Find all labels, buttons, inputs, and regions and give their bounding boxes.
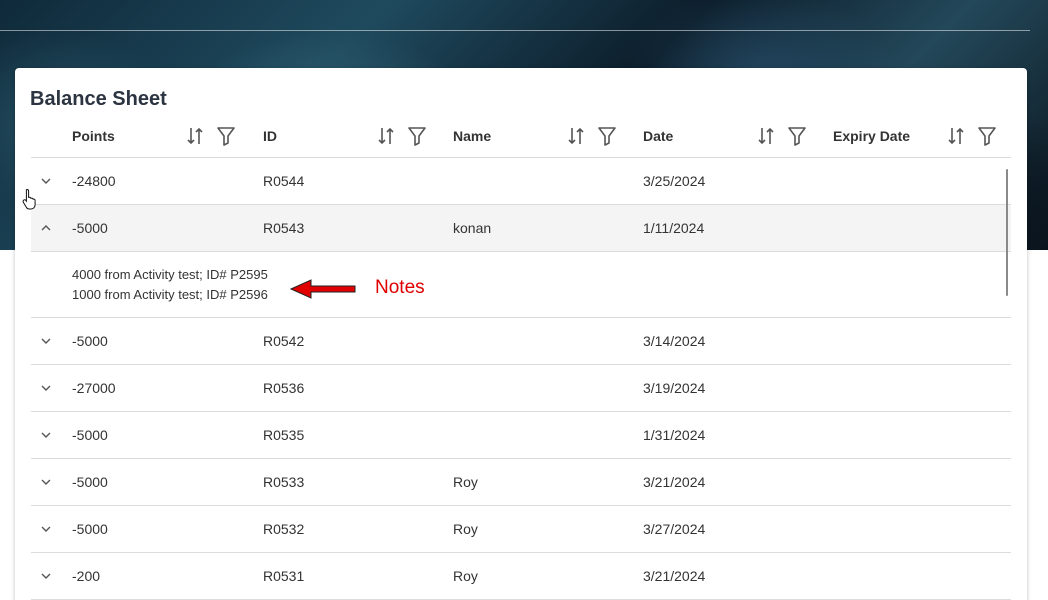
cell-date: 3/21/2024: [643, 568, 706, 584]
cell-id: R0544: [263, 173, 305, 189]
cell-id: R0543: [263, 220, 305, 236]
note-line: 1000 from Activity test; ID# P2596: [72, 287, 268, 302]
chevron-down-icon[interactable]: [39, 475, 53, 489]
column-header-name: Name: [453, 116, 643, 158]
filter-icon[interactable]: [976, 125, 998, 147]
cell-date: 3/21/2024: [643, 474, 706, 490]
cell-name: konan: [453, 220, 492, 236]
sort-icon[interactable]: [945, 125, 967, 147]
arrow-left-icon: [289, 279, 356, 299]
cell-points: -27000: [72, 380, 116, 396]
column-header-id: ID: [263, 116, 453, 158]
cell-points: -5000: [72, 220, 108, 236]
chevron-down-icon[interactable]: [39, 428, 53, 442]
table-scrollbar[interactable]: [1006, 169, 1008, 296]
sort-icon[interactable]: [565, 125, 587, 147]
filter-icon[interactable]: [406, 125, 428, 147]
filter-icon[interactable]: [596, 125, 618, 147]
sort-icon[interactable]: [184, 125, 206, 147]
table-row[interactable]: -5000 R0532 Roy 3/27/2024: [31, 506, 1011, 553]
row-detail-notes: 4000 from Activity test; ID# P2595 1000 …: [31, 252, 1011, 318]
cell-points: -5000: [72, 521, 108, 537]
cell-id: R0535: [263, 427, 305, 443]
cell-date: 3/27/2024: [643, 521, 706, 537]
cell-points: -5000: [72, 333, 108, 349]
cell-date: 3/19/2024: [643, 380, 706, 396]
table-row-expanded[interactable]: -5000 R0543 konan 1/11/2024: [31, 205, 1011, 252]
column-label: ID: [263, 128, 277, 144]
chevron-down-icon[interactable]: [39, 381, 53, 395]
sort-icon[interactable]: [375, 125, 397, 147]
column-label: Date: [643, 128, 674, 144]
column-label: Points: [72, 128, 115, 144]
cell-id: R0531: [263, 568, 305, 584]
filter-icon[interactable]: [786, 125, 808, 147]
hand-pointer-icon: [22, 188, 36, 210]
table-row[interactable]: -5000 R0542 3/14/2024: [31, 318, 1011, 365]
chevron-down-icon[interactable]: [39, 334, 53, 348]
column-label: Name: [453, 128, 492, 144]
annotation-label: Notes: [375, 277, 425, 298]
cell-date: 1/11/2024: [643, 220, 705, 236]
cell-date: 3/14/2024: [643, 333, 706, 349]
chevron-down-icon[interactable]: [39, 569, 53, 583]
cell-date: 3/25/2024: [643, 173, 706, 189]
column-label: Expiry Date: [833, 128, 911, 144]
cell-id: R0532: [263, 521, 305, 537]
note-line: 4000 from Activity test; ID# P2595: [72, 267, 268, 282]
cell-id: R0542: [263, 333, 305, 349]
balance-table: Points ID Name Date Expiry Date -24800 R…: [31, 116, 1011, 600]
filter-icon[interactable]: [215, 125, 237, 147]
column-header-date: Date: [643, 116, 833, 158]
cell-name: Roy: [453, 568, 478, 584]
balance-sheet-card: Balance Sheet Points ID Name Date Expiry…: [15, 68, 1027, 600]
cell-date: 1/31/2024: [643, 427, 706, 443]
chevron-down-icon[interactable]: [39, 522, 53, 536]
cell-points: -200: [72, 568, 101, 584]
cell-id: R0536: [263, 380, 305, 396]
cell-points: -24800: [72, 173, 116, 189]
cell-points: -5000: [72, 427, 108, 443]
chevron-up-icon[interactable]: [39, 221, 53, 235]
cell-name: Roy: [453, 474, 478, 490]
table-row[interactable]: -24800 R0544 3/25/2024: [31, 158, 1011, 205]
header-divider: [0, 30, 1030, 31]
cell-points: -5000: [72, 474, 108, 490]
page-title: Balance Sheet: [30, 88, 167, 110]
column-header-points: Points: [72, 116, 262, 158]
table-row[interactable]: -200 R0531 Roy 3/21/2024: [31, 553, 1011, 600]
table-row[interactable]: -27000 R0536 3/19/2024: [31, 365, 1011, 412]
sort-icon[interactable]: [755, 125, 777, 147]
table-header: Points ID Name Date Expiry Date: [31, 116, 1011, 158]
table-row[interactable]: -5000 R0535 1/31/2024: [31, 412, 1011, 459]
cell-id: R0533: [263, 474, 305, 490]
chevron-down-icon[interactable]: [39, 174, 53, 188]
column-header-expiry-date: Expiry Date: [833, 116, 1023, 158]
cell-name: Roy: [453, 521, 478, 537]
table-row[interactable]: -5000 R0533 Roy 3/21/2024: [31, 459, 1011, 506]
